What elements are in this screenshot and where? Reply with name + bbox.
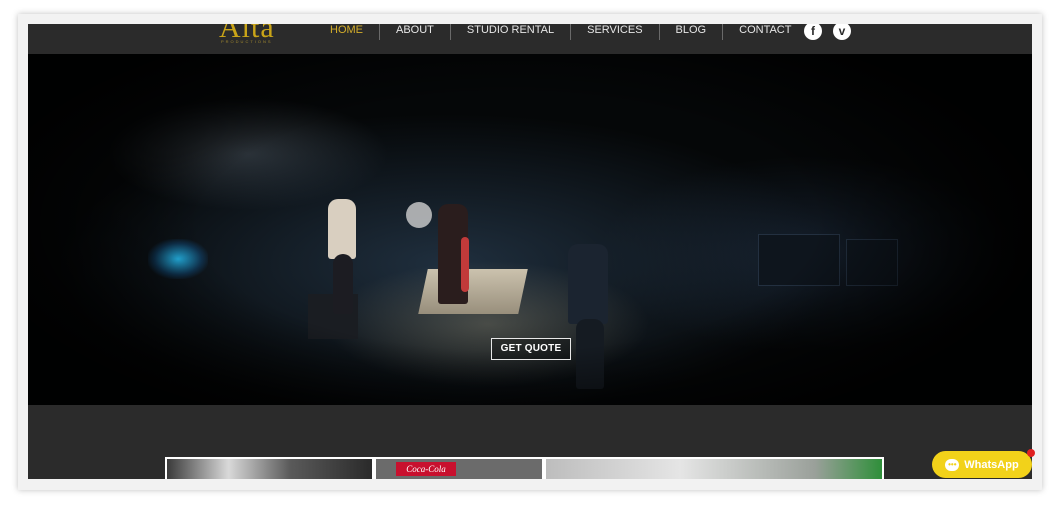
nav-studio-rental[interactable]: STUDIO RENTAL — [449, 24, 570, 40]
vimeo-icon[interactable]: v — [833, 24, 851, 40]
nav-contact[interactable]: CONTACT — [722, 24, 807, 40]
get-quote-button[interactable]: GET QUOTE — [491, 338, 571, 360]
nav-home[interactable]: HOME — [318, 24, 379, 40]
notification-dot — [1027, 449, 1035, 457]
logo-subtitle: PRODUCTIONS — [221, 39, 273, 44]
nav-blog[interactable]: BLOG — [658, 24, 723, 40]
chat-bubble-icon: ••• — [945, 458, 960, 471]
gallery-strip: Coca-Cola — [165, 457, 884, 479]
gallery-thumbnail[interactable]: Coca-Cola — [376, 459, 542, 479]
whatsapp-button[interactable]: ••• WhatsApp — [932, 451, 1032, 478]
nav-about[interactable]: ABOUT — [379, 24, 450, 40]
gallery-thumbnail[interactable] — [167, 459, 372, 479]
coca-cola-sign: Coca-Cola — [396, 462, 456, 476]
facebook-icon[interactable]: f — [804, 24, 822, 40]
main-nav: HOME ABOUT STUDIO RENTAL SERVICES BLOG C… — [318, 24, 807, 40]
site-header: Alta PRODUCTIONS HOME ABOUT STUDIO RENTA… — [28, 24, 1032, 54]
gallery-thumbnail[interactable] — [546, 459, 882, 479]
social-links: f v — [804, 24, 851, 40]
website-page: Alta PRODUCTIONS HOME ABOUT STUDIO RENTA… — [28, 24, 1032, 479]
whatsapp-label: WhatsApp — [964, 458, 1019, 471]
nav-services[interactable]: SERVICES — [570, 24, 658, 40]
hero-video: GET QUOTE — [28, 54, 1032, 405]
